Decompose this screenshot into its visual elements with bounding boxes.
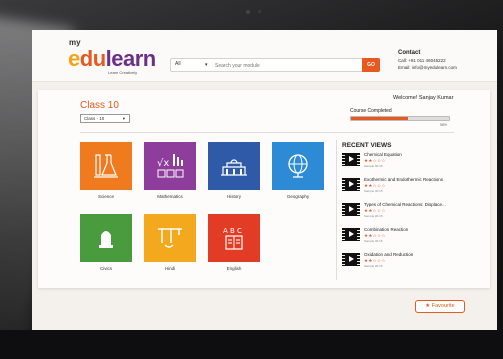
logo-tagline: Learn Creatively (108, 70, 138, 75)
subject-geography[interactable]: Geography (272, 142, 324, 199)
search-category-select[interactable]: All (175, 61, 181, 67)
subject-label: Science (97, 194, 114, 199)
recent-view-item[interactable]: Exothermic and Endothermic Reactions ★★☆… (342, 177, 462, 195)
play-icon (349, 181, 354, 187)
subject-civics[interactable]: Civics (80, 214, 132, 271)
welcome-text: Welcome! Sanjay Kumar (393, 95, 454, 101)
video-title[interactable]: Chemical Equation (364, 152, 402, 157)
search-input[interactable] (215, 62, 345, 70)
course-progress-bar (350, 116, 450, 121)
divider (80, 132, 454, 133)
recent-view-item[interactable]: Types of Chemical Reactions: Displace...… (342, 202, 462, 220)
dashboard-card: Class 10 Class - 10 ▾ Welcome! Sanjay Ku… (38, 90, 490, 288)
play-icon (349, 156, 354, 162)
subject-tile[interactable]: √x (144, 142, 196, 190)
video-meta: Sample 00:15 (364, 239, 383, 243)
video-thumbnail-icon[interactable] (342, 178, 360, 191)
recent-view-item[interactable]: Oxidation and Reduction ★★☆☆☆ Sample 00:… (342, 252, 462, 270)
video-title[interactable]: Types of Chemical Reactions: Displace... (364, 202, 446, 207)
recent-views-title: RECENT VIEWS (342, 142, 392, 149)
play-icon (349, 206, 354, 212)
subject-label: History (226, 194, 241, 199)
play-icon (349, 256, 354, 262)
course-completed-label: Course Completed (350, 108, 392, 114)
vertical-divider (336, 140, 337, 280)
abc-book-icon: A B C (223, 227, 243, 250)
video-meta: Sample 00:15 (364, 189, 383, 193)
math-symbols-icon: √x (157, 154, 184, 178)
subject-tile[interactable] (208, 142, 260, 190)
favourite-label: Favourite (431, 303, 455, 309)
subject-label: English (226, 266, 242, 271)
class-select-value: Class - 10 (84, 116, 105, 121)
svg-text:√x: √x (157, 158, 169, 169)
header-bar: my edulearn Learn Creatively All ▾ GO Co… (32, 30, 497, 82)
chevron-down-icon: ▾ (122, 116, 125, 121)
progress-percent: 58% (440, 123, 448, 127)
play-icon (349, 231, 354, 237)
globe-icon (288, 154, 308, 178)
video-meta: Sample 00:15 (364, 264, 383, 268)
contact-title: Contact (398, 50, 421, 56)
subject-label: Geography (286, 194, 310, 199)
monument-icon (221, 159, 247, 176)
emblem-icon (99, 231, 113, 248)
subject-hindi[interactable]: Hindi (144, 214, 196, 271)
subject-label: Hindi (164, 266, 176, 271)
video-title[interactable]: Combination Reaction (364, 227, 408, 232)
video-title[interactable]: Oxidation and Reduction (364, 252, 413, 257)
app-screen: my edulearn Learn Creatively All ▾ GO Co… (32, 30, 497, 330)
camera-dot (246, 10, 250, 14)
edulearn-logo[interactable]: my edulearn Learn Creatively (68, 38, 158, 75)
page-title: Class 10 (80, 100, 119, 111)
monitor-bottom-edge (0, 330, 503, 359)
subject-tile[interactable] (272, 142, 324, 190)
video-thumbnail-icon[interactable] (342, 153, 360, 166)
chevron-down-icon[interactable]: ▾ (205, 62, 208, 68)
contact-email[interactable]: Email: info@myedulearn.com (398, 65, 494, 70)
search-bar: All ▾ GO (170, 58, 380, 72)
subject-science[interactable]: Science (80, 142, 132, 199)
subject-english[interactable]: A B C English (208, 214, 260, 271)
video-thumbnail-icon[interactable] (342, 253, 360, 266)
class-select[interactable]: Class - 10 ▾ (80, 114, 130, 123)
contact-phone: Call: +91 011 46045222 (398, 58, 446, 63)
hindi-letters-icon (158, 228, 182, 248)
star-icon: ★ (425, 303, 431, 309)
sensor-dot (258, 10, 261, 13)
video-meta: Sample 00:15 (364, 164, 383, 168)
subject-tile[interactable]: A B C (208, 214, 260, 262)
subject-history[interactable]: History (208, 142, 260, 199)
subject-tile[interactable] (80, 142, 132, 190)
subject-tile[interactable] (80, 214, 132, 262)
search-go-button[interactable]: GO (362, 58, 380, 72)
video-thumbnail-icon[interactable] (342, 228, 360, 241)
logo-wordmark: edulearn (68, 46, 156, 71)
video-meta: Sample 00:15 (364, 214, 383, 218)
video-thumbnail-icon[interactable] (342, 203, 360, 216)
subject-tile[interactable] (144, 214, 196, 262)
svg-text:A B C: A B C (223, 227, 242, 235)
recent-view-item[interactable]: Chemical Equation ★★☆☆☆ Sample 00:15 (342, 152, 462, 170)
subject-label: Civics (100, 266, 112, 271)
video-title[interactable]: Exothermic and Endothermic Reactions (364, 177, 443, 182)
progress-fill (351, 117, 408, 120)
subject-label: Mathematics (157, 194, 183, 199)
recent-view-item[interactable]: Combination Reaction ★★☆☆☆ Sample 00:15 (342, 227, 462, 245)
lab-flask-icon (94, 154, 118, 178)
contact-block: Contact Call: +91 011 46045222 Email: in… (398, 50, 494, 70)
subject-mathematics[interactable]: √x Mathematics (144, 142, 196, 199)
favourite-button[interactable]: ★ Favourite (415, 300, 465, 313)
